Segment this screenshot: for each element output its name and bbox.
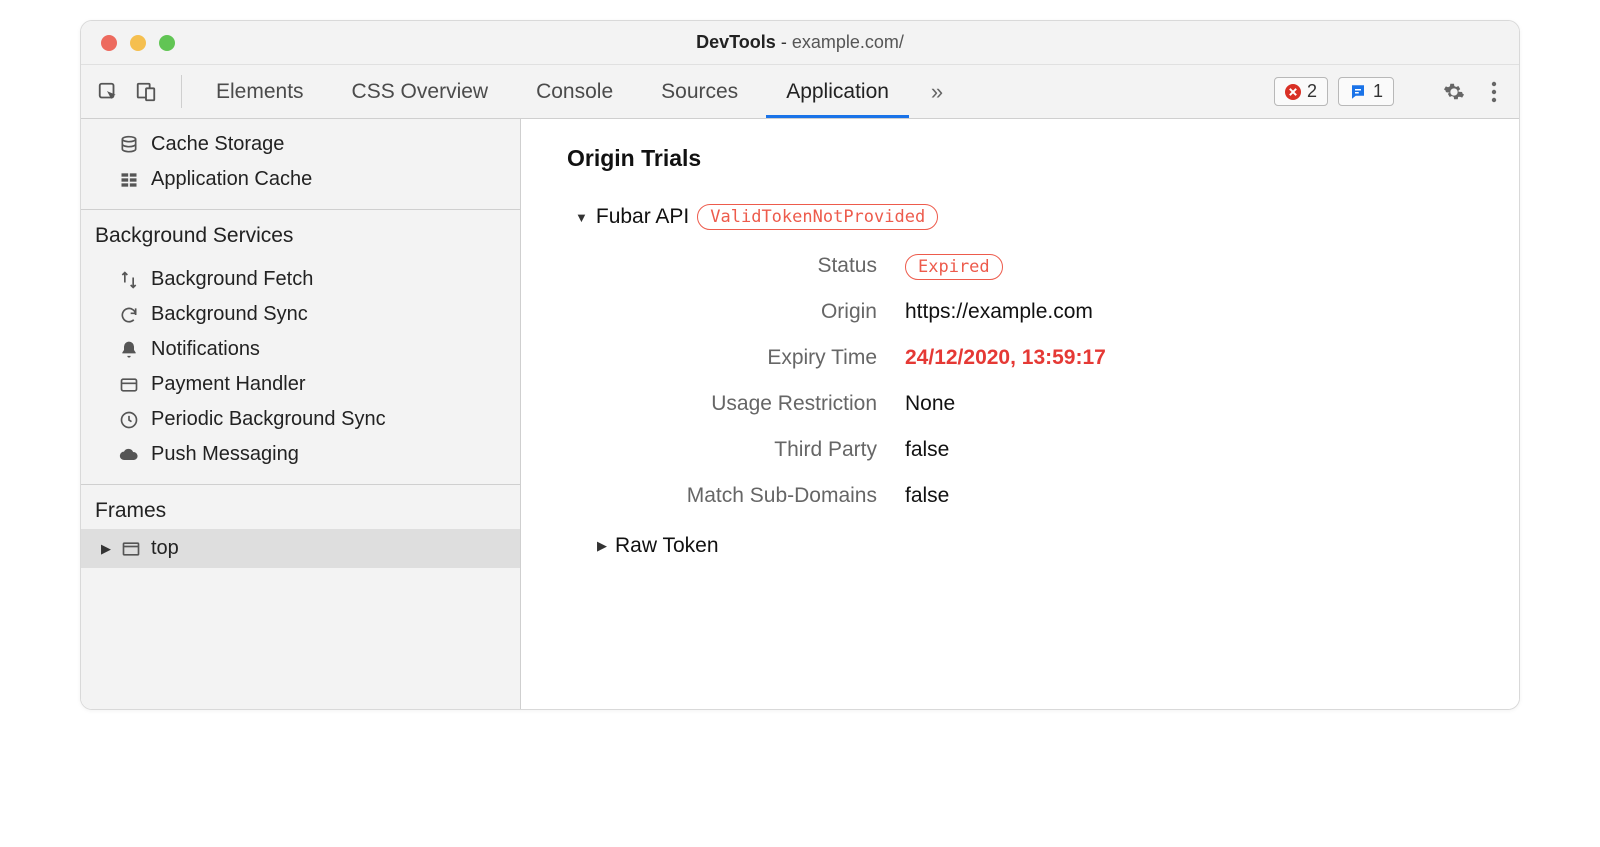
chevron-double-right-icon: »	[931, 79, 943, 105]
bell-icon	[119, 340, 139, 360]
frame-label: top	[151, 537, 179, 560]
tab-label: CSS Overview	[352, 80, 489, 104]
sidebar-cache-group: Cache Storage Application Cache	[81, 119, 520, 207]
more-menu-button[interactable]	[1483, 75, 1505, 109]
status-pill: Expired	[905, 254, 1003, 280]
panel-tabs: Elements CSS Overview Console Sources Ap…	[192, 65, 913, 118]
window-minimize-button[interactable]	[130, 35, 146, 51]
toolbar-left-icons	[87, 65, 171, 118]
frame-icon	[121, 539, 141, 559]
trial-details: Status Expired Origin https://example.co…	[577, 254, 1479, 508]
errors-counter[interactable]: 2	[1274, 77, 1328, 106]
trial-header[interactable]: ▼ Fubar API ValidTokenNotProvided	[575, 204, 1479, 230]
gear-icon	[1443, 81, 1465, 103]
sidebar-item-background-sync[interactable]: Background Sync	[81, 297, 520, 332]
field-value-match-subdomains: false	[905, 484, 1479, 508]
field-label-third-party: Third Party	[577, 438, 877, 462]
application-sidebar: Cache Storage Application Cache Backgrou…	[81, 119, 521, 709]
sync-icon	[119, 305, 139, 325]
field-value-third-party: false	[905, 438, 1479, 462]
field-label-expiry: Expiry Time	[577, 346, 877, 370]
inspect-element-icon[interactable]	[97, 81, 119, 103]
issues-count: 1	[1373, 81, 1383, 102]
error-icon	[1285, 84, 1301, 100]
window-maximize-button[interactable]	[159, 35, 175, 51]
tab-css-overview[interactable]: CSS Overview	[328, 65, 513, 118]
devtools-window: DevTools - example.com/ Elements CSS Ove…	[80, 20, 1520, 710]
field-value-expiry: 24/12/2020, 13:59:17	[905, 346, 1479, 370]
grid-icon	[119, 170, 139, 190]
tab-label: Elements	[216, 80, 304, 104]
disclosure-triangle-icon: ▶	[597, 538, 607, 554]
field-value-origin: https://example.com	[905, 300, 1479, 324]
sidebar-item-label: Push Messaging	[151, 443, 299, 466]
window-title-url: example.com/	[792, 32, 904, 52]
traffic-lights	[81, 35, 175, 51]
tab-elements[interactable]: Elements	[192, 65, 328, 118]
sidebar-divider	[81, 484, 520, 485]
tab-label: Console	[536, 80, 613, 104]
sidebar-heading-frames: Frames	[81, 487, 520, 529]
sidebar-item-periodic-background-sync[interactable]: Periodic Background Sync	[81, 402, 520, 437]
sidebar-item-push-messaging[interactable]: Push Messaging	[81, 437, 520, 472]
disclosure-triangle-icon: ▶	[101, 541, 111, 557]
sidebar-item-label: Background Fetch	[151, 268, 313, 291]
clock-icon	[119, 410, 139, 430]
main-split: Cache Storage Application Cache Backgrou…	[81, 119, 1519, 709]
raw-token-toggle[interactable]: ▶ Raw Token	[597, 534, 1479, 558]
tabs-overflow-button[interactable]: »	[913, 65, 961, 118]
errors-count: 2	[1307, 81, 1317, 102]
cloud-icon	[119, 445, 139, 465]
panel-heading: Origin Trials	[567, 145, 1479, 172]
sidebar-bg-group: Background Fetch Background Sync Notific…	[81, 254, 520, 482]
kebab-icon	[1491, 81, 1497, 103]
trial-name: Fubar API	[596, 205, 689, 229]
token-status-pill: ValidTokenNotProvided	[697, 204, 938, 230]
tab-application[interactable]: Application	[762, 65, 913, 118]
field-label-usage: Usage Restriction	[577, 392, 877, 416]
tab-label: Application	[786, 80, 889, 104]
field-value-status: Expired	[905, 254, 1479, 278]
toolbar: Elements CSS Overview Console Sources Ap…	[81, 65, 1519, 119]
field-label-match-subdomains: Match Sub-Domains	[577, 484, 877, 508]
raw-token-label: Raw Token	[615, 534, 719, 558]
field-value-usage: None	[905, 392, 1479, 416]
fetch-icon	[119, 270, 139, 290]
window-title-app: DevTools	[696, 32, 776, 52]
issues-counter[interactable]: 1	[1338, 77, 1394, 106]
sidebar-divider	[81, 209, 520, 210]
sidebar-item-label: Periodic Background Sync	[151, 408, 386, 431]
sidebar-item-label: Payment Handler	[151, 373, 306, 396]
settings-button[interactable]	[1435, 75, 1473, 109]
disclosure-triangle-icon: ▼	[575, 210, 588, 225]
sidebar-item-notifications[interactable]: Notifications	[81, 332, 520, 367]
tab-sources[interactable]: Sources	[637, 65, 762, 118]
window-close-button[interactable]	[101, 35, 117, 51]
origin-trials-panel: Origin Trials ▼ Fubar API ValidTokenNotP…	[521, 119, 1519, 709]
tab-console[interactable]: Console	[512, 65, 637, 118]
toolbar-right: 2 1	[1274, 65, 1509, 118]
database-icon	[119, 135, 139, 155]
tab-label: Sources	[661, 80, 738, 104]
sidebar-item-label: Notifications	[151, 338, 260, 361]
device-toggle-icon[interactable]	[135, 81, 157, 103]
issue-icon	[1349, 83, 1367, 101]
credit-card-icon	[119, 375, 139, 395]
toolbar-divider	[181, 75, 182, 108]
window-title-sep: -	[776, 32, 792, 52]
field-label-status: Status	[577, 254, 877, 278]
sidebar-item-label: Application Cache	[151, 168, 312, 191]
window-title: DevTools - example.com/	[81, 32, 1519, 53]
titlebar: DevTools - example.com/	[81, 21, 1519, 65]
sidebar-heading-background-services: Background Services	[81, 212, 520, 254]
sidebar-item-cache-storage[interactable]: Cache Storage	[81, 127, 520, 162]
sidebar-item-background-fetch[interactable]: Background Fetch	[81, 262, 520, 297]
field-label-origin: Origin	[577, 300, 877, 324]
sidebar-item-payment-handler[interactable]: Payment Handler	[81, 367, 520, 402]
sidebar-item-label: Background Sync	[151, 303, 308, 326]
sidebar-item-label: Cache Storage	[151, 133, 284, 156]
sidebar-frame-top[interactable]: ▶ top	[81, 529, 520, 568]
sidebar-item-application-cache[interactable]: Application Cache	[81, 162, 520, 197]
